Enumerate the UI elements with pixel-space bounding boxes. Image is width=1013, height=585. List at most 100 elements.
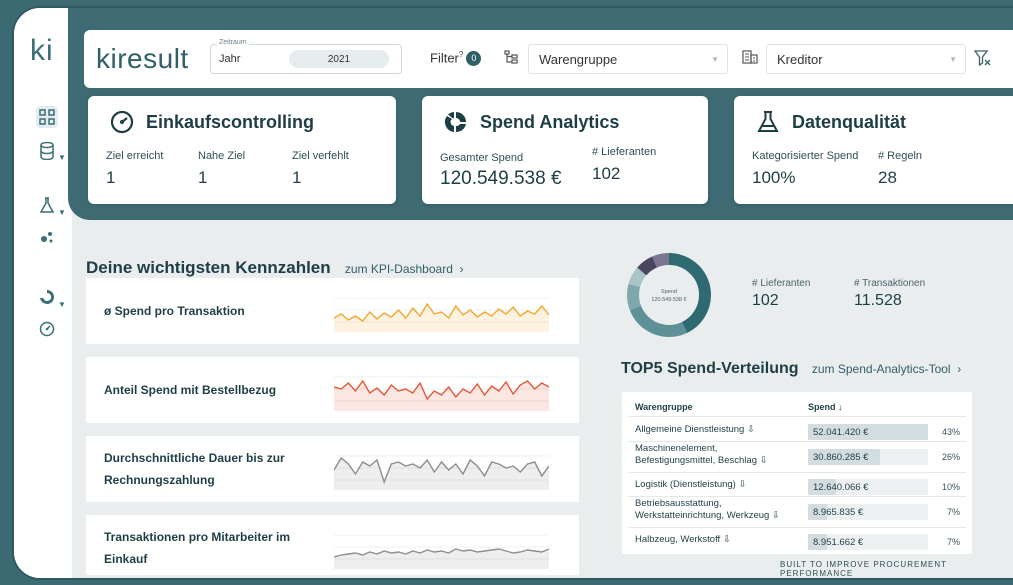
kpi-section-title: Deine wichtigsten Kennzahlen zum KPI-Das… [86,258,464,278]
spend-analytics-icon[interactable] [36,286,58,308]
category-cell: Betriebsausstattung, Werkstatteinrichtun… [635,498,780,521]
zeitraum-field[interactable]: Zeitraum Jahr 2021 [210,39,402,74]
einkaufscontrolling-card[interactable]: Einkaufscontrolling Ziel erreicht Nahe Z… [88,96,396,204]
table-row[interactable]: Maschinenelement, Befestigungsmittel, Be… [622,443,972,471]
footer-tagline: BUILT TO IMPROVE PROCUREMENT PERFORMANCE [780,560,947,578]
kpi-dashboard-link-text: zum KPI-Dashboard [344,262,453,276]
kategorisierter-spend-value: 100% [752,168,796,187]
spend-cell: 8.965.835 € [808,504,928,520]
kpi-row[interactable]: Transaktionen pro Mitarbeiter im Einkauf [86,515,579,575]
spend-value: 8.965.835 € [813,507,864,518]
divider [628,496,966,497]
app-logo: ki [30,34,54,67]
regeln-label: # Regeln [878,150,923,162]
kpi-dashboard-link[interactable]: zum KPI-Dashboard › [345,262,464,276]
ziel-verfehlt-label: Ziel verfehlt [292,150,349,162]
kpi-row[interactable]: Anteil Spend mit Bestellbezug [86,357,579,423]
warengruppe-select[interactable]: Warengruppe ▼ [528,44,728,74]
category-cell: Maschinenelement, Befestigungsmittel, Be… [635,443,768,466]
sparkline-area [334,381,549,411]
dashboard-icon[interactable] [36,106,58,128]
table-row[interactable]: Allgemeine Dienstleistung ⇩ 52.041.420 €… [622,419,972,441]
warengruppe-select-value: Warengruppe [539,52,618,67]
hierarchy-icon [504,50,518,67]
card-title: Einkaufscontrolling [146,112,315,132]
nahe-ziel-value: 1 [198,168,208,187]
kpi-row[interactable]: Durchschnittliche Dauer bis zur Rechnung… [86,436,579,502]
percent-cell: 26% [941,452,960,462]
kpi-row[interactable]: ø Spend pro Transaktion [86,278,579,344]
ziel-verfehlt-value: 1 [292,168,302,187]
flask-icon [756,110,780,134]
app-window: ki ▼ ▼ ▼ kiresult Zeitraum Jahr 2021 Fil… [14,8,1013,578]
column-header-spend[interactable]: Spend ↓ [808,402,843,412]
spend-analytics-card[interactable]: Spend Analytics Gesamter Spend # Liefera… [422,96,708,204]
gauge-icon[interactable] [36,318,58,340]
divider [628,416,966,417]
percent-cell: 43% [941,427,960,437]
filter-label: Filter [430,50,459,66]
divider [628,472,966,473]
help-icon: ? [458,50,464,59]
lieferanten-value: 102 [592,164,621,183]
zeitraum-label: Zeitraum [217,39,249,46]
top5-table: Warengruppe Spend ↓ Allgemeine Dienstlei… [622,392,972,554]
spend-analytics-tool-link-text: zum Spend-Analytics-Tool [811,362,951,376]
ziel-erreicht-value: 1 [106,168,116,187]
kreditor-select-value: Kreditor [777,52,823,67]
table-row[interactable]: Halbzeug, Werkstoff ⇩ 8.951.662 € 7% [622,529,972,551]
table-row[interactable]: Betriebsausstattung, Werkstatteinrichtun… [622,498,972,526]
spend-value: 30.860.285 € [813,452,869,463]
column-header-warengruppe[interactable]: Warengruppe [635,402,693,412]
lieferanten-label: # Lieferanten [592,146,657,158]
sparkline [334,376,549,411]
pie-chart-icon [444,110,468,134]
category-cell: Allgemeine Dienstleistung ⇩ [635,424,755,435]
percent-cell: 7% [946,537,960,547]
kpi-label: Transaktionen pro Mitarbeiter im Einkauf [104,530,291,566]
datenqualitaet-card[interactable]: Datenqualität Kategorisierter Spend # Re… [734,96,1013,204]
spend-value: 8.951.662 € [813,537,864,548]
transaktionen-stat-label: # Transaktionen [854,278,926,289]
kpi-label: Anteil Spend mit Bestellbezug [104,383,277,397]
spend-analytics-tool-link[interactable]: zum Spend-Analytics-Tool › [812,362,961,376]
top5-section-title: TOP5 Spend-Verteilung zum Spend-Analytic… [621,360,961,378]
database-icon[interactable] [36,140,58,162]
divider [628,527,966,528]
gesamter-spend-value: 120.549.538 € [440,168,562,189]
flask-icon[interactable] [36,194,58,216]
spend-value: 52.041.420 € [813,427,869,438]
gauge-icon [110,110,134,134]
percent-cell: 10% [941,482,960,492]
kreditor-select[interactable]: Kreditor ▼ [766,44,966,74]
card-title: Spend Analytics [480,112,620,132]
sidebar: ki ▼ ▼ ▼ [14,8,72,578]
sparkline [334,455,549,490]
spend-cell: 30.860.285 € [808,449,928,465]
filter-button[interactable]: Filter? 0 [430,50,482,67]
category-cell: Logistik (Dienstleistung) ⇩ [635,479,747,490]
dots-icon[interactable] [36,226,58,248]
sparkline-area [334,304,549,332]
donut-label: Spend [661,289,677,295]
building-icon [742,50,758,69]
kpi-label: ø Spend pro Transaktion [104,304,245,318]
kpi-title: Deine wichtigsten Kennzahlen [86,258,331,277]
year-select[interactable]: 2021 [289,50,389,68]
chevron-down-icon: ▼ [58,208,66,217]
ziel-erreicht-label: Ziel erreicht [106,150,164,162]
donut-value: 120.549.538 € [651,297,686,303]
filter-count-badge: 0 [466,51,482,67]
top-toolbar: kiresult Zeitraum Jahr 2021 Filter? 0 War… [84,30,1013,88]
table-row[interactable]: Logistik (Dienstleistung) ⇩ 12.640.066 €… [622,474,972,496]
gesamter-spend-label: Gesamter Spend [440,152,524,164]
spend-donut-chart: Spend 120.549.538 € [627,253,711,337]
nahe-ziel-label: Nahe Ziel [198,150,246,162]
spend-value: 12.640.066 € [813,482,869,493]
lieferanten-stat-label: # Lieferanten [752,278,811,289]
clear-filter-icon[interactable] [973,50,992,71]
lieferanten-stat-value: 102 [752,292,779,309]
kpi-label: Durchschnittliche Dauer bis zur Rechnung… [104,451,285,487]
percent-cell: 7% [946,507,960,517]
transaktionen-stat-value: 11.528 [854,292,902,309]
